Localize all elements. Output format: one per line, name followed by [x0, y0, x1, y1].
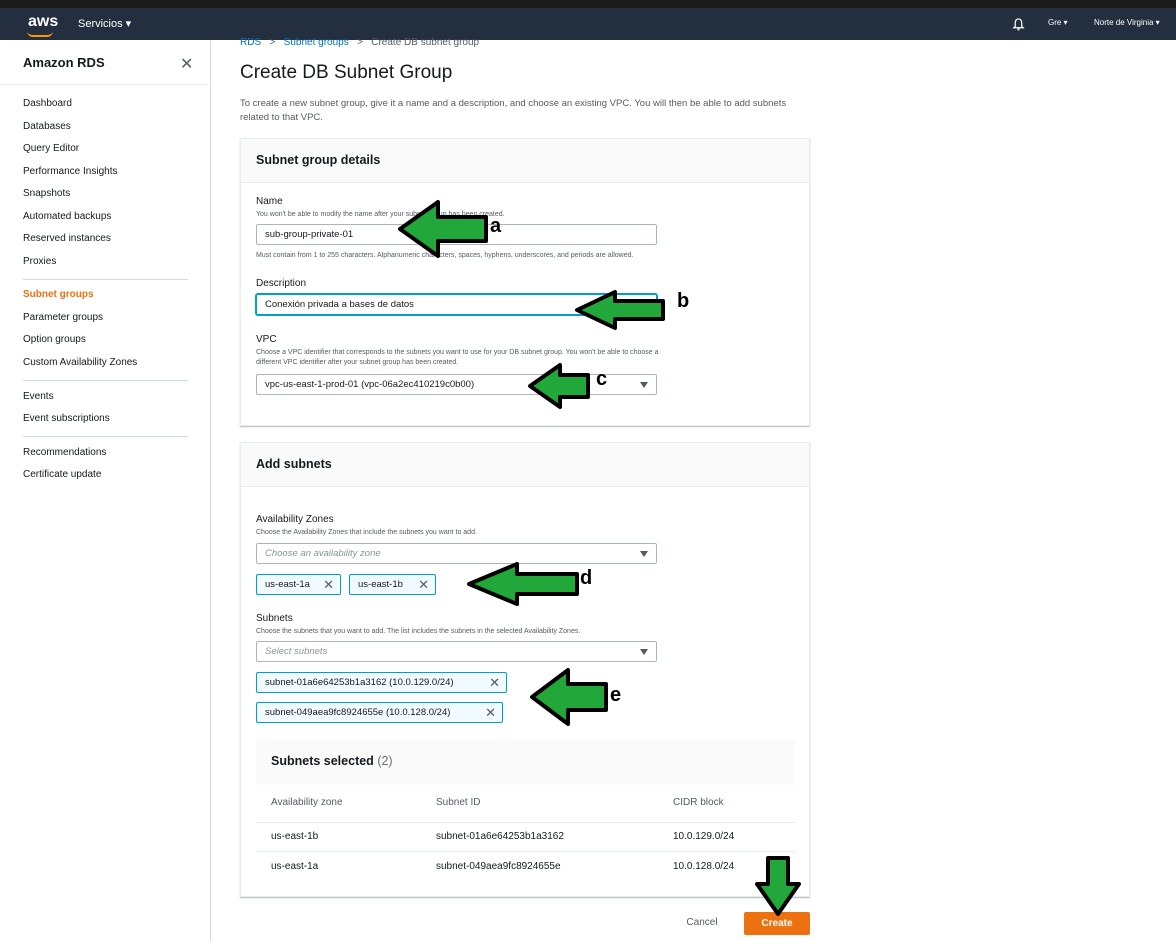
description-label: Description [256, 278, 307, 289]
sidebar-item-custom-availability-zones[interactable]: Custom Availability Zones [23, 357, 137, 368]
breadcrumb-subnet-groups[interactable]: Subnet groups [284, 37, 349, 48]
vpc-select-value: vpc-us-east-1-prod-01 (vpc-06a2ec410219c… [265, 379, 475, 390]
sidebar-item-event-subscriptions[interactable]: Event subscriptions [23, 413, 110, 424]
sidebar-separator [23, 380, 188, 381]
annotation-arrow-d-icon [467, 562, 579, 606]
sidebar-divider [0, 84, 211, 85]
breadcrumb-separator: > [269, 37, 276, 48]
services-menu[interactable]: Servicios ▾ [78, 17, 131, 30]
annotation-arrow-b-icon [575, 290, 665, 330]
annotation-arrow-e-icon [530, 668, 608, 726]
top-navigation-bar: aws Servicios ▾ Gre ▾ Norte de Virginia … [0, 0, 1176, 40]
sidebar-title: Amazon RDS [23, 55, 105, 70]
sidebar-item-query-editor[interactable]: Query Editor [23, 143, 79, 154]
subnet-token-label: subnet-01a6e64253b1a3162 (10.0.129.0/24) [265, 677, 454, 688]
vpc-label: VPC [256, 334, 277, 345]
subnets-select[interactable]: Select subnets [256, 641, 657, 662]
sidebar-item-parameter-groups[interactable]: Parameter groups [23, 312, 103, 323]
sidebar-item-automated-backups[interactable]: Automated backups [23, 211, 111, 222]
sidebar-item-snapshots[interactable]: Snapshots [23, 188, 70, 199]
breadcrumb-rds[interactable]: RDS [240, 37, 261, 48]
page-intro: To create a new subnet group, give it a … [240, 98, 787, 123]
user-menu[interactable]: Gre ▾ [1048, 18, 1068, 27]
vpc-hint-2: different VPC identifier after your subn… [256, 359, 459, 366]
sidebar-item-proxies[interactable]: Proxies [23, 256, 56, 267]
subnets-placeholder: Select subnets [265, 646, 328, 657]
remove-token-icon[interactable]: ✕ [485, 705, 496, 721]
cell-availability-zone: us-east-1a [271, 861, 319, 872]
annotation-label-e: e [610, 684, 622, 706]
row-divider [256, 851, 795, 852]
annotation-label-b: b [677, 290, 690, 312]
cancel-button[interactable]: Cancel [672, 913, 732, 933]
remove-token-icon[interactable]: ✕ [323, 577, 334, 593]
az-token: us-east-1b ✕ [349, 574, 436, 595]
add-subnets-panel: Add subnets Availability Zones Choose th… [240, 442, 810, 897]
cell-cidr-block: 10.0.129.0/24 [673, 831, 735, 842]
subnet-group-details-panel: Subnet group details Name You won't be a… [240, 138, 810, 426]
annotation-label-d: d [580, 567, 593, 589]
annotation-arrow-create-icon [755, 856, 801, 916]
subnets-label: Subnets [256, 613, 293, 624]
az-token-label: us-east-1b [358, 579, 403, 590]
sidebar-item-certificate-update[interactable]: Certificate update [23, 469, 101, 480]
vpc-hint-1: Choose a VPC identifier that corresponds… [256, 349, 659, 356]
az-token: us-east-1a ✕ [256, 574, 341, 595]
cell-subnet-id: subnet-049aea9fc8924655e [436, 861, 561, 872]
availability-zones-hint: Choose the Availability Zones that inclu… [256, 529, 477, 536]
remove-token-icon[interactable]: ✕ [489, 675, 500, 691]
subnets-selected-title: Subnets selected [271, 754, 374, 768]
cell-subnet-id: subnet-01a6e64253b1a3162 [436, 831, 564, 842]
subnets-selected-count: (2) [377, 754, 393, 768]
sidebar-separator [23, 279, 188, 280]
panel-header: Subnet group details [241, 139, 809, 183]
annotation-label-c: c [596, 368, 608, 390]
subnets-selected-table: Subnets selected (2) Availability zone S… [256, 740, 795, 882]
breadcrumb-separator: > [357, 37, 363, 48]
sidebar-item-databases[interactable]: Databases [23, 121, 71, 132]
caret-down-icon [640, 382, 648, 388]
caret-down-icon [640, 649, 648, 655]
sidebar-item-subnet-groups[interactable]: Subnet groups [23, 289, 94, 300]
availability-zones-label: Availability Zones [256, 514, 334, 525]
availability-zone-placeholder: Choose an availability zone [265, 548, 381, 559]
sidebar-item-performance-insights[interactable]: Performance Insights [23, 166, 118, 177]
breadcrumb-current: Create DB subnet group [371, 37, 480, 48]
remove-token-icon[interactable]: ✕ [418, 577, 429, 593]
bell-icon[interactable] [1012, 18, 1025, 31]
sidebar-item-reserved-instances[interactable]: Reserved instances [23, 233, 111, 244]
sidebar-item-option-groups[interactable]: Option groups [23, 334, 86, 345]
subnets-selected-header: Subnets selected (2) [256, 740, 795, 785]
annotation-arrow-c-icon [528, 363, 590, 409]
annotation-arrow-a-icon [398, 200, 488, 258]
subnets-hint: Choose the subnets that you want to add.… [256, 628, 581, 635]
az-token-label: us-east-1a [265, 579, 310, 590]
sidebar-item-events[interactable]: Events [23, 391, 54, 402]
column-header-cidr-block[interactable]: CIDR block [673, 797, 724, 808]
sidebar: Amazon RDS ✕ Dashboard Databases Query E… [0, 40, 211, 941]
sidebar-separator [23, 436, 188, 437]
sidebar-item-dashboard[interactable]: Dashboard [23, 98, 72, 109]
close-icon[interactable]: ✕ [180, 54, 193, 74]
row-divider [256, 822, 795, 823]
column-header-subnet-id[interactable]: Subnet ID [436, 797, 480, 808]
aws-logo[interactable]: aws [28, 13, 58, 31]
aws-logo-smile-icon [27, 31, 53, 37]
page-title: Create DB Subnet Group [240, 62, 453, 83]
region-menu[interactable]: Norte de Virginia ▾ [1094, 18, 1160, 27]
subnet-token: subnet-01a6e64253b1a3162 (10.0.129.0/24)… [256, 672, 507, 693]
cell-availability-zone: us-east-1b [271, 831, 319, 842]
column-header-availability-zone[interactable]: Availability zone [271, 797, 343, 808]
subnet-token: subnet-049aea9fc8924655e (10.0.128.0/24)… [256, 702, 503, 723]
breadcrumb: RDS > Subnet groups > Create DB subnet g… [240, 37, 479, 48]
annotation-label-a: a [490, 215, 502, 237]
cell-cidr-block: 10.0.128.0/24 [673, 861, 735, 872]
name-label: Name [256, 196, 283, 207]
caret-down-icon [640, 551, 648, 557]
panel-header: Add subnets [241, 443, 809, 487]
sidebar-item-recommendations[interactable]: Recommendations [23, 447, 106, 458]
subnet-token-label: subnet-049aea9fc8924655e (10.0.128.0/24) [265, 707, 451, 718]
availability-zone-select[interactable]: Choose an availability zone [256, 543, 657, 564]
